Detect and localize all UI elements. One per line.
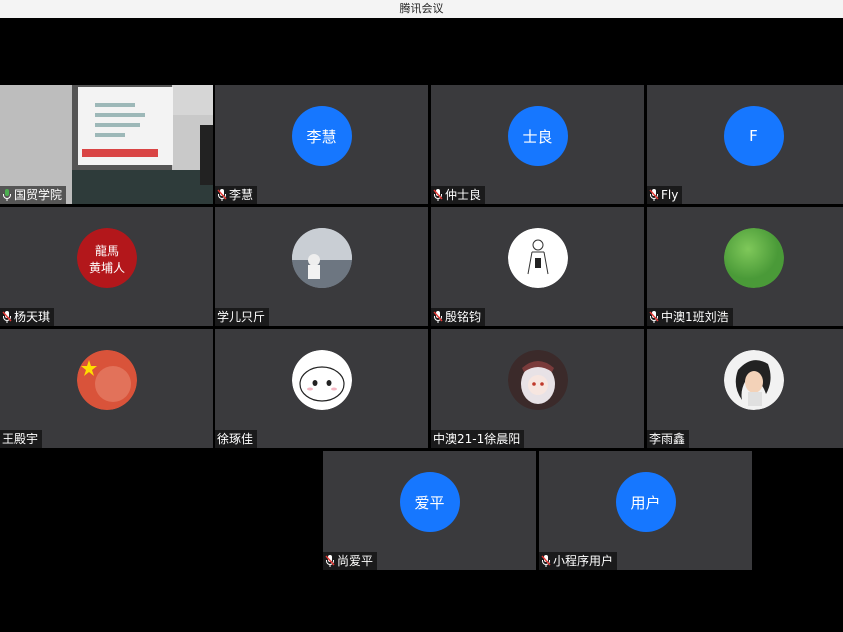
participant-name-label: 中澳21-1徐晨阳	[431, 430, 525, 448]
participant-name: 王殿宇	[2, 432, 39, 446]
mic-muted-icon	[433, 311, 443, 323]
participant-tile[interactable]: F Fly	[647, 85, 843, 204]
participant-name: 学儿只斤	[217, 310, 266, 324]
participant-name: 杨天琪	[14, 310, 51, 324]
mic-muted-icon	[2, 311, 12, 323]
participant-name-label: 王殿宇	[0, 430, 43, 448]
mic-on-icon	[2, 189, 12, 201]
mic-muted-icon	[541, 555, 551, 567]
participant-name: 尚爱平	[337, 554, 374, 568]
illustration-avatar	[723, 350, 784, 410]
avatar: 士良	[507, 106, 568, 166]
participant-tile[interactable]: 殷铭钧	[431, 207, 644, 326]
sketch-avatar	[507, 228, 568, 288]
participant-name: 中澳21-1徐晨阳	[433, 432, 521, 446]
participant-tile[interactable]: 爱平 尚爱平	[323, 451, 536, 570]
participant-name: 仲士良	[445, 188, 482, 202]
mic-muted-icon	[433, 189, 443, 201]
participant-tile[interactable]: 李雨鑫	[647, 329, 843, 448]
participant-name-label: 李慧	[215, 186, 258, 204]
mic-muted-icon	[649, 189, 659, 201]
participant-tile[interactable]: 学儿只斤	[215, 207, 428, 326]
participant-name-label: 国贸学院	[0, 186, 67, 204]
participant-name-label: 学儿只斤	[215, 308, 270, 326]
avatar: 用户	[615, 472, 676, 532]
participant-name: Fly	[661, 188, 679, 202]
participant-name: 李雨鑫	[649, 432, 686, 446]
calligraphy-avatar: 龍馬 黄埔人	[76, 228, 137, 288]
participant-name-label: 尚爱平	[323, 552, 378, 570]
participant-tile[interactable]: 士良 仲士良	[431, 85, 644, 204]
participant-tile[interactable]: 龍馬 黄埔人 杨天琪	[0, 207, 213, 326]
participant-name: 徐琢佳	[217, 432, 254, 446]
participant-name-label: 小程序用户	[539, 552, 618, 570]
participant-name: 国贸学院	[14, 188, 63, 202]
participant-name-label: 李雨鑫	[647, 430, 690, 448]
participant-tile[interactable]: 用户 小程序用户	[539, 451, 752, 570]
participant-name-label: 徐琢佳	[215, 430, 258, 448]
participant-tile[interactable]: 徐琢佳	[215, 329, 428, 448]
mic-muted-icon	[649, 311, 659, 323]
participant-name-label: Fly	[647, 186, 683, 204]
mic-muted-icon	[325, 555, 335, 567]
avatar: 爱平	[399, 472, 460, 532]
participant-name-label: 殷铭钧	[431, 308, 486, 326]
participant-tile[interactable]: 国贸学院	[0, 85, 213, 204]
participant-tile[interactable]: 中澳1班刘浩	[647, 207, 843, 326]
anime-girl-avatar	[507, 350, 568, 410]
participant-tile[interactable]: 中澳21-1徐晨阳	[431, 329, 644, 448]
participant-name-label: 中澳1班刘浩	[647, 308, 733, 326]
cartoon-blob-avatar	[291, 350, 352, 410]
green-avatar	[723, 228, 784, 288]
participant-name-label: 杨天琪	[0, 308, 55, 326]
participant-name: 殷铭钧	[445, 310, 482, 324]
participant-name-label: 仲士良	[431, 186, 486, 204]
participant-tile[interactable]: 李慧 李慧	[215, 85, 428, 204]
mic-muted-icon	[217, 189, 227, 201]
photo-avatar	[291, 228, 352, 288]
participant-name: 小程序用户	[553, 554, 614, 568]
avatar: 李慧	[291, 106, 352, 166]
svg-text:黄埔人: 黄埔人	[88, 261, 124, 275]
avatar: F	[723, 106, 784, 166]
participant-name: 李慧	[229, 188, 254, 202]
participant-name: 中澳1班刘浩	[661, 310, 729, 324]
window-title: 腾讯会议	[0, 0, 843, 18]
svg-text:龍馬: 龍馬	[94, 243, 118, 258]
participant-tile[interactable]: 王殿宇	[0, 329, 213, 448]
flag-avatar	[76, 350, 137, 410]
